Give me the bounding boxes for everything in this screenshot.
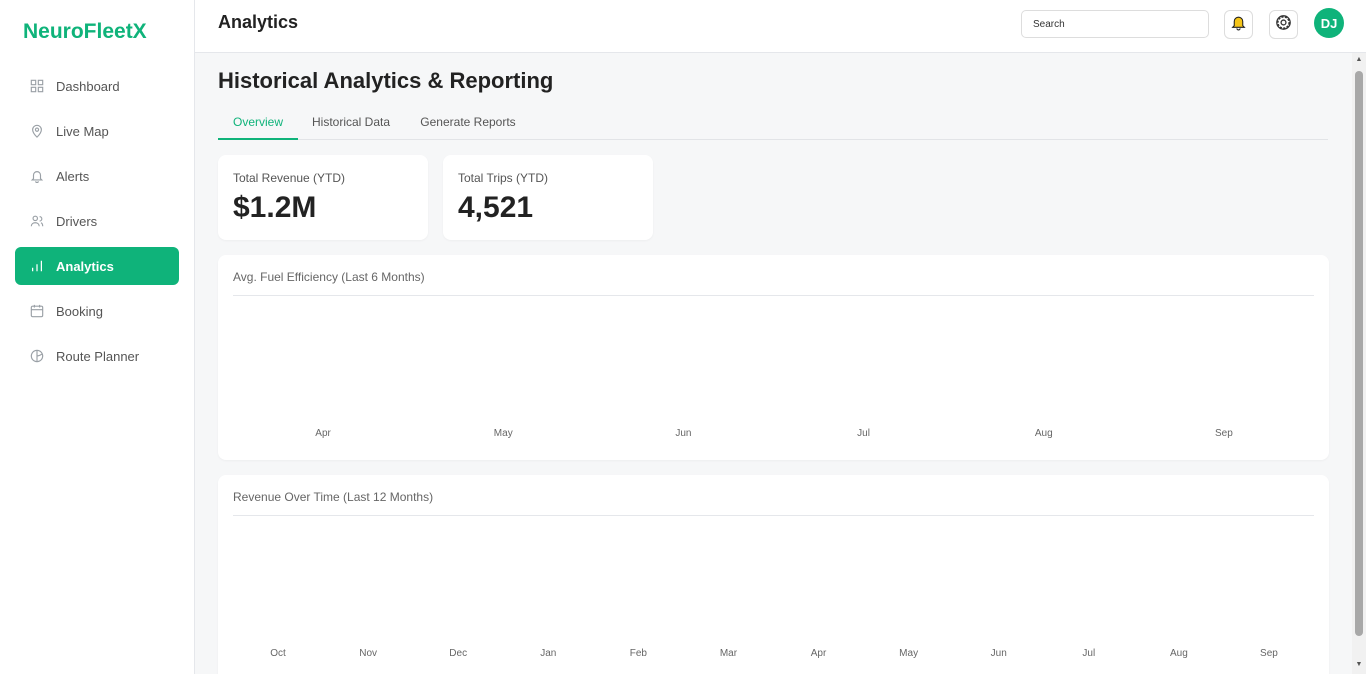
- sidebar-item-alerts[interactable]: Alerts: [15, 157, 179, 195]
- sidebar-item-label: Alerts: [56, 168, 90, 184]
- x-tick-label: Apr: [811, 648, 827, 659]
- tab-historical-data[interactable]: Historical Data: [306, 105, 396, 140]
- sidebar-item-label: Analytics: [56, 258, 114, 274]
- x-tick-label: Jul: [1082, 648, 1095, 659]
- settings-button[interactable]: [1269, 10, 1298, 39]
- x-tick-label: Aug: [1035, 428, 1053, 439]
- tab-overview[interactable]: Overview: [218, 105, 298, 140]
- sidebar-item-label: Booking: [56, 303, 103, 319]
- bell-icon: [30, 169, 44, 183]
- x-tick-label: Jun: [675, 428, 691, 439]
- tab-generate-reports[interactable]: Generate Reports: [414, 105, 522, 140]
- sidebar-item-booking[interactable]: Booking: [15, 292, 179, 330]
- sidebar-item-route-planner[interactable]: Route Planner: [15, 337, 179, 375]
- kpi-card-trips: Total Trips (YTD) 4,521: [443, 155, 653, 240]
- x-tick-label: Aug: [1170, 648, 1188, 659]
- bar-chart-icon: [30, 259, 44, 273]
- x-tick-label: Sep: [1215, 428, 1233, 439]
- kpi-label: Total Trips (YTD): [458, 171, 549, 185]
- x-tick-label: Jan: [540, 648, 556, 659]
- sidebar-item-label: Drivers: [56, 213, 98, 229]
- x-tick-label: Apr: [315, 428, 331, 439]
- x-tick-label: Oct: [270, 648, 286, 659]
- sidebar-item-dashboard[interactable]: Dashboard: [15, 67, 179, 105]
- gear-icon: [1275, 14, 1292, 36]
- grid-icon: [30, 79, 44, 93]
- x-tick-label: Feb: [630, 648, 648, 659]
- main-content: Historical Analytics & Reporting Overvie…: [195, 53, 1352, 674]
- calendar-icon: [30, 304, 44, 318]
- sidebar-item-label: Dashboard: [56, 78, 120, 94]
- x-tick-label: Jul: [857, 428, 870, 439]
- x-tick-label: Jun: [991, 648, 1007, 659]
- notifications-button[interactable]: [1224, 10, 1253, 39]
- bell-icon: [1230, 14, 1247, 36]
- users-icon: [30, 214, 44, 228]
- revenue-chart-card: Revenue Over Time (Last 12 Months) Oct No…: [218, 475, 1329, 674]
- top-header: Analytics DJ: [195, 0, 1366, 53]
- sidebar: NeuroFleetX Dashboard Live Map Alerts Dr…: [0, 0, 195, 674]
- x-tick-label: May: [899, 648, 918, 659]
- x-tick-label: Mar: [720, 648, 738, 659]
- sidebar-item-label: Route Planner: [56, 348, 140, 364]
- tab-bar: Overview Historical Data Generate Report…: [218, 105, 1328, 140]
- kpi-value: $1.2M: [233, 191, 317, 224]
- kpi-card-revenue: Total Revenue (YTD) $1.2M: [218, 155, 428, 240]
- fuel-efficiency-chart-card: Avg. Fuel Efficiency (Last 6 Months) Apr…: [218, 255, 1329, 460]
- sidebar-item-drivers[interactable]: Drivers: [15, 202, 179, 240]
- kpi-value: 4,521: [458, 191, 534, 224]
- x-tick-label: May: [494, 428, 513, 439]
- scroll-down-icon[interactable]: ▼: [1355, 661, 1363, 669]
- brand-logo[interactable]: NeuroFleetX: [23, 20, 147, 44]
- sidebar-item-analytics[interactable]: Analytics: [15, 247, 179, 285]
- compass-icon: [30, 349, 44, 363]
- sidebar-item-label: Live Map: [56, 123, 109, 139]
- scroll-thumb[interactable]: [1355, 71, 1363, 636]
- page-title: Historical Analytics & Reporting: [218, 68, 554, 93]
- avatar[interactable]: DJ: [1314, 8, 1344, 38]
- x-tick-label: Dec: [449, 648, 467, 659]
- map-pin-icon: [30, 124, 44, 138]
- x-tick-label: Nov: [359, 648, 377, 659]
- search-input[interactable]: [1021, 10, 1209, 38]
- x-tick-label: Sep: [1260, 648, 1278, 659]
- header-title: Analytics: [218, 12, 299, 32]
- scroll-up-icon[interactable]: ▲: [1355, 56, 1363, 64]
- page-scrollbar[interactable]: ▲ ▼: [1352, 53, 1366, 674]
- sidebar-nav: Dashboard Live Map Alerts Drivers Analyt…: [15, 67, 179, 382]
- sidebar-item-live-map[interactable]: Live Map: [15, 112, 179, 150]
- revenue-chart: Oct Nov Dec Jan Feb Mar Apr May Jun Jul Aug Sep: [270, 648, 1278, 659]
- fuel-efficiency-chart: Apr May Jun Jul Aug Sep: [315, 428, 1233, 439]
- kpi-label: Total Revenue (YTD): [233, 171, 346, 185]
